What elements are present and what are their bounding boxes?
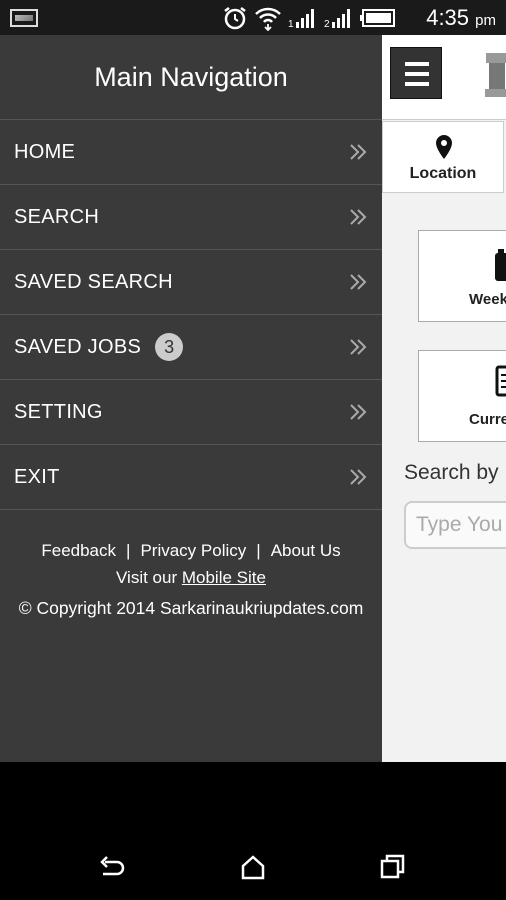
footer-links: Feedback | Privacy Policy | About Us xyxy=(0,538,382,564)
saved-jobs-count-badge: 3 xyxy=(155,333,184,361)
visit-mobile-site: Visit our Mobile Site xyxy=(0,564,382,592)
calendar-icon xyxy=(495,365,506,397)
nav-item-search[interactable]: SEARCH xyxy=(0,185,382,250)
alarm-icon xyxy=(224,7,246,30)
emblem-logo xyxy=(485,53,506,97)
drawer-footer: Feedback | Privacy Policy | About Us Visit o… xyxy=(0,538,382,619)
nav-item-label: EXIT xyxy=(14,465,60,488)
search-input[interactable]: Type You xyxy=(404,501,506,549)
drawer-title: Main Navigation xyxy=(0,35,382,120)
feedback-link[interactable]: Feedback xyxy=(41,541,116,560)
wifi-icon xyxy=(255,7,281,31)
separator: | xyxy=(256,541,261,560)
double-chevron-right-icon xyxy=(350,469,367,485)
about-us-link[interactable]: About Us xyxy=(271,541,341,560)
double-chevron-right-icon xyxy=(350,274,367,290)
weekly-card[interactable]: Week xyxy=(418,230,506,322)
system-nav-bar xyxy=(0,762,506,900)
current-card-label: Curre xyxy=(469,411,506,428)
weekly-card-label: Week xyxy=(469,291,506,308)
phone-icon xyxy=(495,249,506,281)
nav-item-saved-search[interactable]: SAVED SEARCH xyxy=(0,250,382,315)
app-header xyxy=(382,35,506,120)
nav-item-exit[interactable]: EXIT xyxy=(0,445,382,510)
main-content: Location Week Curre Search by Type You xyxy=(382,35,506,762)
separator: | xyxy=(126,541,131,560)
recents-icon[interactable] xyxy=(378,852,408,882)
visit-prefix: Visit our xyxy=(116,568,178,587)
back-icon[interactable] xyxy=(97,852,127,882)
navigation-drawer: Main Navigation HOME SEARCH SAVED SEARCH… xyxy=(0,35,382,762)
signal-2-icon: 2 xyxy=(324,9,350,29)
nav-item-label: SAVED SEARCH xyxy=(14,270,173,293)
double-chevron-right-icon xyxy=(350,144,367,160)
status-bar: 1 2 4:35 pm xyxy=(0,0,506,35)
menu-button[interactable] xyxy=(390,47,442,99)
mobile-site-link[interactable]: Mobile Site xyxy=(182,568,266,587)
signal-1-icon: 1 xyxy=(288,9,314,29)
nav-item-label: HOME xyxy=(14,140,76,163)
status-icons: 1 2 xyxy=(222,5,396,31)
double-chevron-right-icon xyxy=(350,339,367,355)
nav-item-label: SEARCH xyxy=(14,205,100,228)
nav-item-label: SAVED JOBS xyxy=(14,335,142,358)
svg-text:2: 2 xyxy=(324,19,330,29)
location-tab[interactable]: Location xyxy=(382,121,504,193)
location-pin-icon xyxy=(436,135,452,159)
gallery-icon xyxy=(10,9,38,27)
double-chevron-right-icon xyxy=(350,209,367,225)
current-card[interactable]: Curre xyxy=(418,350,506,442)
battery-icon xyxy=(360,9,395,27)
nav-item-label: SETTING xyxy=(14,400,103,423)
nav-item-setting[interactable]: SETTING xyxy=(0,380,382,445)
location-label: Location xyxy=(409,165,477,182)
privacy-policy-link[interactable]: Privacy Policy xyxy=(140,541,246,560)
svg-text:1: 1 xyxy=(288,19,294,29)
nav-item-saved-jobs[interactable]: SAVED JOBS 3 xyxy=(0,315,382,380)
double-chevron-right-icon xyxy=(350,404,367,420)
home-icon[interactable] xyxy=(238,852,268,882)
copyright-text: © Copyright 2014 Sarkarinaukriupdates.co… xyxy=(18,598,364,618)
nav-item-home[interactable]: HOME xyxy=(0,120,382,185)
status-time: 4:35 pm xyxy=(426,5,496,30)
search-by-label: Search by xyxy=(404,461,499,484)
